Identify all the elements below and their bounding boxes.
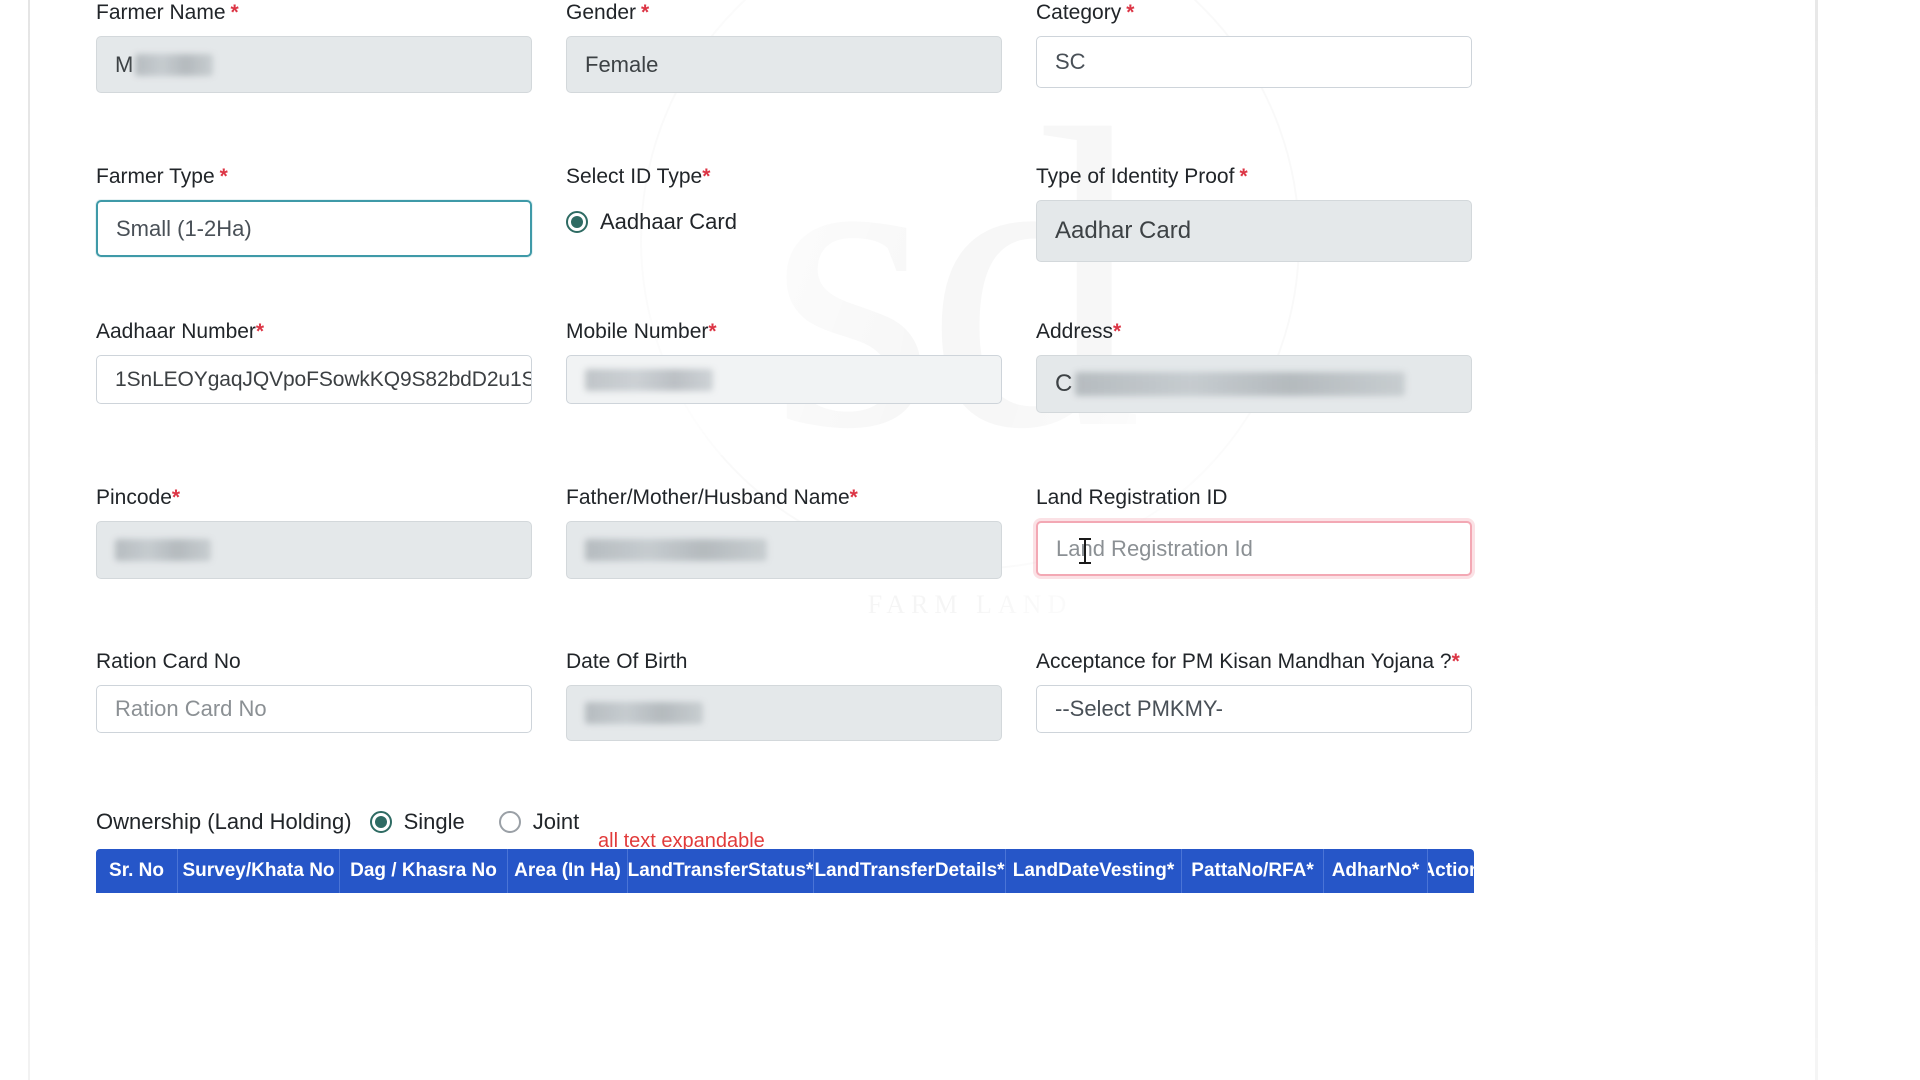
table-column-header[interactable]: Dag / Khasra No [340, 849, 508, 893]
table-column-header[interactable]: Sr. No [96, 849, 178, 893]
table-column-header[interactable]: PattaNo/RFA* [1182, 849, 1324, 893]
select-pmkmy-acceptance[interactable]: --Select PMKMY- [1036, 685, 1472, 733]
redacted-value [585, 702, 703, 724]
land-details-table: Sr. No Survey/Khata No Dag / Khasra No A… [96, 849, 1474, 893]
field-pincode: Pincode* [96, 485, 532, 579]
input-land-registration-id[interactable]: Land Registration Id [1036, 521, 1472, 576]
radio-label-aadhaar-card: Aadhaar Card [600, 209, 737, 234]
radio-option-single[interactable]: Single [369, 805, 465, 839]
field-address: Address* C [1036, 319, 1472, 413]
field-type-of-identity-proof: Type of Identity Proof * Aadhar Card [1036, 164, 1472, 262]
table-column-header[interactable]: Action [1428, 849, 1474, 893]
label-ration-card-no: Ration Card No [96, 650, 241, 673]
label-address: Address* [1036, 320, 1122, 343]
field-farmer-name: Farmer Name * M [96, 0, 532, 93]
radio-label-joint: Joint [532, 809, 580, 834]
field-land-registration-id: Land Registration ID Land Registration I… [1036, 485, 1472, 576]
field-category: Category * SC [1036, 0, 1472, 88]
table-header-row: Sr. No Survey/Khata No Dag / Khasra No A… [96, 849, 1474, 893]
field-aadhaar-number: Aadhaar Number* 1SnLEOYgaqJQVpoFSowkKQ9S… [96, 319, 532, 404]
label-aadhaar-number: Aadhaar Number* [96, 320, 265, 343]
label-land-registration-id: Land Registration ID [1036, 486, 1228, 509]
radio-icon-joint[interactable] [498, 811, 521, 833]
radio-icon-single[interactable] [369, 811, 392, 833]
screen: sd FARM LAND Farmer Name* M Gender* Fema… [0, 0, 1920, 1080]
input-ration-card-no[interactable]: Ration Card No [96, 685, 532, 733]
redacted-value [135, 53, 214, 76]
input-farmer-name[interactable]: M [96, 36, 532, 93]
radio-icon-aadhaar-card[interactable] [566, 211, 588, 233]
field-ration-card-no: Ration Card No Ration Card No [96, 649, 532, 733]
label-mobile-number: Mobile Number* [566, 320, 717, 343]
label-farmer-type: Farmer Type * [96, 165, 228, 188]
field-farmer-type: Farmer Type * Small (1-2Ha) [96, 164, 532, 257]
field-mobile-number: Mobile Number* [566, 319, 1002, 404]
ownership-land-holding-group: Ownership (Land Holding) Single Joint [96, 805, 613, 839]
redacted-value [1075, 372, 1406, 396]
field-select-id-type: Select ID Type* Aadhaar Card [566, 164, 1002, 242]
field-pmkmy-acceptance: Acceptance for PM Kisan Mandhan Yojana ?… [1036, 649, 1472, 733]
field-parent-name: Father/Mother/Husband Name* [566, 485, 1002, 579]
radio-label-single: Single [403, 809, 465, 834]
label-parent-name: Father/Mother/Husband Name* [566, 486, 858, 509]
input-aadhaar-number[interactable]: 1SnLEOYgaqJQVpoFSowkKQ9S82bdD2u1SGDVyyD [96, 355, 532, 404]
input-mobile-number[interactable] [566, 355, 1002, 404]
label-date-of-birth: Date Of Birth [566, 650, 688, 673]
label-category: Category * [1036, 1, 1135, 24]
radio-option-aadhaar-card[interactable]: Aadhaar Card [566, 202, 1002, 242]
label-ownership: Ownership (Land Holding) [96, 809, 352, 834]
input-gender[interactable]: Female [566, 36, 1002, 93]
radio-option-joint[interactable]: Joint [498, 805, 580, 839]
label-select-id-type: Select ID Type* [566, 165, 711, 188]
input-parent-name[interactable] [566, 521, 1002, 579]
table-column-header[interactable]: LandTransferDetails* [814, 849, 1006, 893]
input-pincode[interactable] [96, 521, 532, 579]
label-gender: Gender * [566, 1, 650, 24]
page-right-edge [1815, 0, 1818, 1080]
label-pmkmy-acceptance: Acceptance for PM Kisan Mandhan Yojana ?… [1036, 650, 1460, 673]
redacted-value [585, 368, 713, 391]
table-column-header[interactable]: Area (In Ha) [508, 849, 628, 893]
label-pincode: Pincode* [96, 486, 181, 509]
table-column-header[interactable]: LandTransferStatus* [628, 849, 814, 893]
input-category[interactable]: SC [1036, 36, 1472, 88]
input-farmer-type[interactable]: Small (1-2Ha) [96, 200, 532, 257]
redacted-value [585, 539, 767, 561]
table-column-header[interactable]: AdharNo* [1324, 849, 1428, 893]
table-column-header[interactable]: LandDateVesting* [1006, 849, 1182, 893]
table-column-header[interactable]: Survey/Khata No [178, 849, 340, 893]
label-farmer-name: Farmer Name * [96, 1, 239, 24]
input-address[interactable]: C [1036, 355, 1472, 413]
input-date-of-birth[interactable] [566, 685, 1002, 741]
field-gender: Gender * Female [566, 0, 1002, 93]
field-date-of-birth: Date Of Birth [566, 649, 1002, 741]
input-type-of-identity-proof[interactable]: Aadhar Card [1036, 200, 1472, 262]
label-type-of-identity-proof: Type of Identity Proof * [1036, 165, 1248, 188]
redacted-value [115, 539, 211, 561]
